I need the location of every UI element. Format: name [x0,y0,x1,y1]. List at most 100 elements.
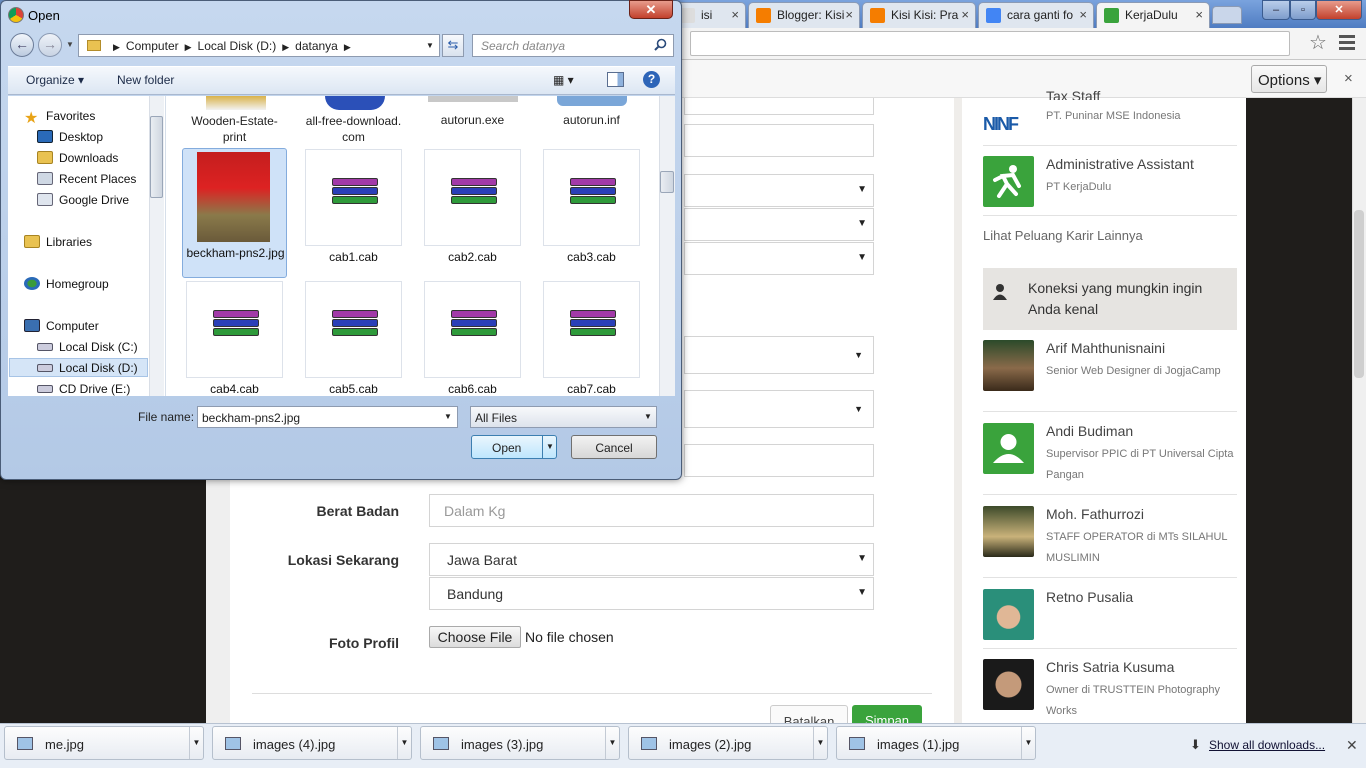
window-close-button[interactable]: ✕ [1316,0,1362,20]
breadcrumb-datanya[interactable]: datanya [295,39,338,53]
nav-recent-places[interactable]: Recent Places [37,172,136,186]
file-scrollbar[interactable] [659,96,675,396]
file-item[interactable]: cab6.cab [424,281,521,406]
browser-tab[interactable]: Kisi Kisi: Pra × [862,2,976,28]
nav-desktop[interactable]: Desktop [37,130,103,144]
bookmark-star-icon[interactable]: ☆ [1306,30,1330,54]
person-item[interactable]: Arif Mahthunisnaini Senior Web Designer … [983,340,1237,400]
form-input[interactable] [684,124,874,157]
download-item[interactable]: me.jpg ▼ [4,726,204,760]
file-item[interactable]: all-free-download.com [305,113,402,145]
page-scrollbar-thumb[interactable] [1354,210,1364,378]
nav-downloads[interactable]: Downloads [37,151,118,165]
chrome-menu-icon[interactable] [1336,32,1358,54]
tab-close-icon[interactable]: × [961,7,969,22]
address-bar[interactable] [690,31,1290,56]
file-type-select[interactable]: All Files [470,406,657,428]
chevron-down-icon[interactable]: ▼ [1021,727,1035,759]
person-item[interactable]: Chris Satria Kusuma Owner di TRUSTTEIN P… [983,659,1237,719]
options-button[interactable]: Options ▾ [1251,65,1327,93]
open-dropdown-icon[interactable]: ▼ [542,436,557,458]
maximize-button[interactable]: ▫ [1290,0,1316,20]
organize-menu[interactable]: Organize ▾ [26,73,84,87]
nav-google-drive[interactable]: Google Drive [37,193,129,207]
file-item[interactable]: cab5.cab [305,281,402,406]
chevron-down-icon[interactable]: ▼ [813,727,827,759]
berat-badan-input[interactable]: Dalam Kg [429,494,874,527]
nav-computer[interactable]: Computer [24,319,99,333]
form-select[interactable]: ▼ [684,174,874,207]
form-input[interactable] [684,98,874,115]
browser-tab[interactable]: cara ganti fo × [978,2,1094,28]
person-item[interactable]: Andi Budiman Supervisor PPIC di PT Unive… [983,423,1237,483]
person-item[interactable]: Retno Pusalia [983,589,1237,641]
file-item[interactable]: cab3.cab [543,149,640,274]
file-item[interactable]: cab4.cab [186,281,283,406]
province-select[interactable]: Jawa Barat ▼ [429,543,874,576]
file-item[interactable]: cab7.cab [543,281,640,406]
breadcrumb-computer[interactable]: Computer [126,39,179,53]
choose-file-button[interactable]: Choose File [429,626,521,648]
forward-arrow-icon[interactable]: → [38,33,62,57]
file-item[interactable]: autorun.inf [543,113,640,127]
form-select[interactable]: ▼ [684,242,874,275]
search-icon[interactable] [654,38,667,51]
minimize-button[interactable]: – [1262,0,1290,20]
nav-local-disk-d[interactable]: Local Disk (D:) [37,361,138,375]
browser-tab-active[interactable]: KerjaDulu × [1096,2,1210,28]
job-item[interactable]: Administrative Assistant PT KerjaDulu [983,156,1237,208]
preview-pane-icon[interactable] [607,72,624,87]
dialog-address-bar[interactable]: ▶ Computer ▶ Local Disk (D:) ▶ datanya ▶ [78,34,440,57]
breadcrumb-disk-d[interactable]: Local Disk (D:) [198,39,277,53]
tab-close-icon[interactable]: × [845,7,853,22]
download-item[interactable]: images (3).jpg ▼ [420,726,620,760]
file-item[interactable]: cab2.cab [424,149,521,274]
file-scrollbar-thumb[interactable] [660,171,674,193]
download-item[interactable]: images (2).jpg ▼ [628,726,828,760]
form-select[interactable]: ▼ [684,208,874,241]
form-select[interactable]: ▼ [684,390,874,428]
nav-homegroup[interactable]: Homegroup [24,277,109,291]
refresh-icon[interactable]: ⇆ [442,34,464,57]
chevron-down-icon[interactable]: ▼ [397,727,411,759]
form-input[interactable] [684,444,874,477]
tab-close-icon[interactable]: × [1079,7,1087,22]
tab-close-icon[interactable]: × [731,7,739,22]
change-view-icon[interactable]: ▦ ▾ [553,73,587,89]
dialog-search-input[interactable]: Search datanya [472,34,674,57]
history-dropdown-icon[interactable]: ▼ [66,40,74,49]
job-item[interactable]: NINF Tax Staff PT. Puninar MSE Indonesia [983,88,1237,138]
chevron-down-icon[interactable]: ▼ [644,412,652,421]
file-item[interactable]: Wooden-Estate-print [186,113,283,145]
browser-tab[interactable]: Blogger: Kisi × [748,2,860,28]
new-tab-button[interactable] [1212,6,1242,24]
show-all-downloads-link[interactable]: Show all downloads... [1209,738,1325,752]
form-select[interactable]: ▼ [684,336,874,374]
file-item-selected[interactable]: beckham-pns2.jpg [182,148,287,278]
nav-scrollbar-thumb[interactable] [150,116,163,198]
cancel-button[interactable]: Cancel [571,435,657,459]
city-select[interactable]: Bandung ▼ [429,577,874,610]
file-item[interactable]: autorun.exe [424,113,521,127]
download-item[interactable]: images (4).jpg ▼ [212,726,412,760]
chevron-down-icon[interactable]: ▼ [444,412,452,421]
dialog-close-button[interactable]: ✕ [629,0,673,19]
address-dropdown-icon[interactable]: ▼ [426,41,434,50]
tab-close-icon[interactable]: × [1195,7,1203,22]
person-item[interactable]: Moh. Fathurrozi STAFF OPERATOR di MTs SI… [983,506,1237,566]
more-careers-link[interactable]: Lihat Peluang Karir Lainnya [983,228,1143,243]
download-item[interactable]: images (1).jpg ▼ [836,726,1036,760]
nav-local-disk-c[interactable]: Local Disk (C:) [37,340,138,354]
close-icon[interactable]: × [1344,70,1353,87]
browser-tab[interactable]: isi × [672,2,746,28]
file-item[interactable]: cab1.cab [305,149,402,274]
nav-favorites[interactable]: ★ Favorites [24,108,95,127]
chevron-down-icon[interactable]: ▼ [605,727,619,759]
new-folder-button[interactable]: New folder [117,73,174,87]
close-downloads-icon[interactable]: ✕ [1346,737,1358,754]
chevron-down-icon[interactable]: ▼ [189,727,203,759]
back-arrow-icon[interactable]: ← [10,33,34,57]
nav-cd-drive[interactable]: CD Drive (E:) [37,382,130,396]
page-scrollbar[interactable] [1352,98,1366,723]
help-icon[interactable]: ? [643,71,660,88]
